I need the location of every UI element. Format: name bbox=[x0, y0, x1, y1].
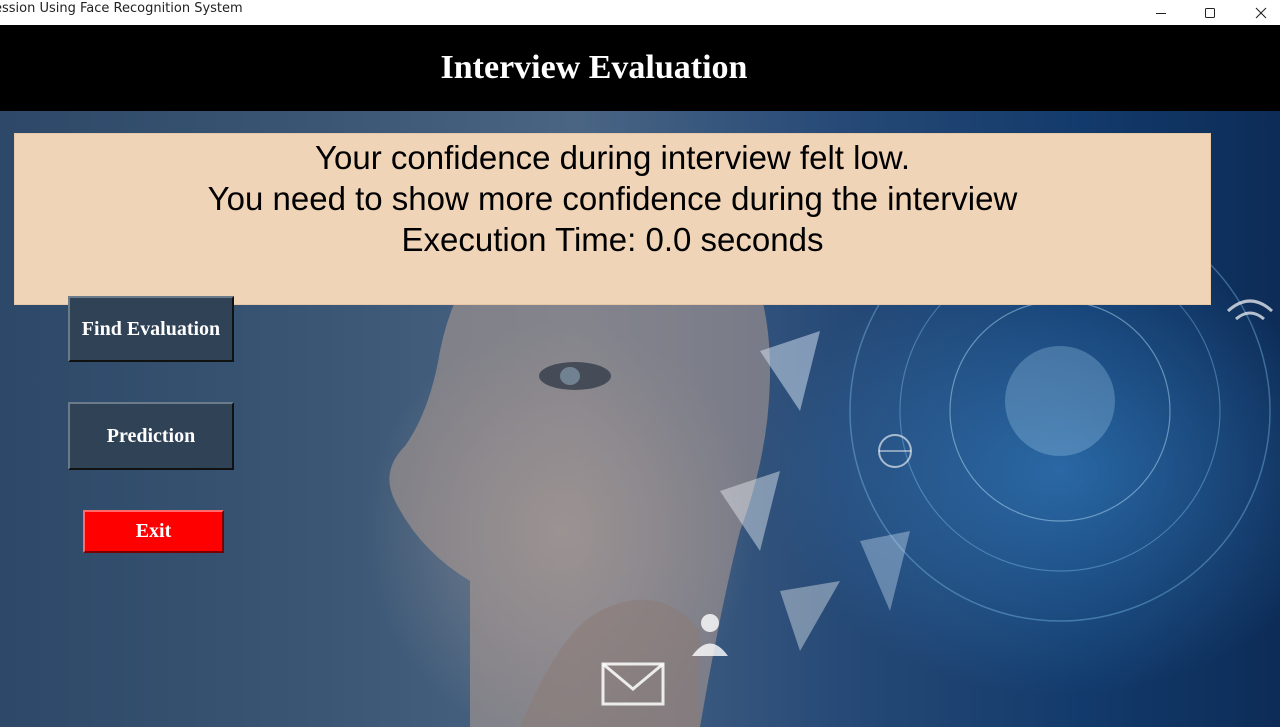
execution-time-text: Execution Time: 0.0 seconds bbox=[401, 221, 824, 258]
close-icon bbox=[1255, 7, 1267, 18]
close-button[interactable] bbox=[1238, 0, 1280, 25]
minimize-button[interactable] bbox=[1138, 0, 1184, 25]
app-window: ession Using Face Recognition System Int… bbox=[0, 0, 1280, 727]
title-bar: ession Using Face Recognition System bbox=[0, 0, 1280, 26]
minimize-icon bbox=[1156, 12, 1166, 14]
find-evaluation-button[interactable]: Find Evaluation bbox=[68, 296, 234, 362]
prediction-button[interactable]: Prediction bbox=[68, 402, 234, 470]
message-line-1: Your confidence during interview felt lo… bbox=[315, 139, 910, 176]
page-title: Interview Evaluation bbox=[440, 49, 748, 86]
message-line-2: You need to show more confidence during … bbox=[207, 180, 1018, 217]
header-bar: Interview Evaluation bbox=[0, 25, 1280, 111]
exit-button[interactable]: Exit bbox=[83, 510, 224, 553]
window-title: ession Using Face Recognition System bbox=[0, 1, 243, 16]
maximize-button[interactable] bbox=[1187, 0, 1233, 25]
maximize-icon bbox=[1205, 7, 1215, 18]
evaluation-message-panel: Your confidence during interview felt lo… bbox=[14, 133, 1211, 305]
